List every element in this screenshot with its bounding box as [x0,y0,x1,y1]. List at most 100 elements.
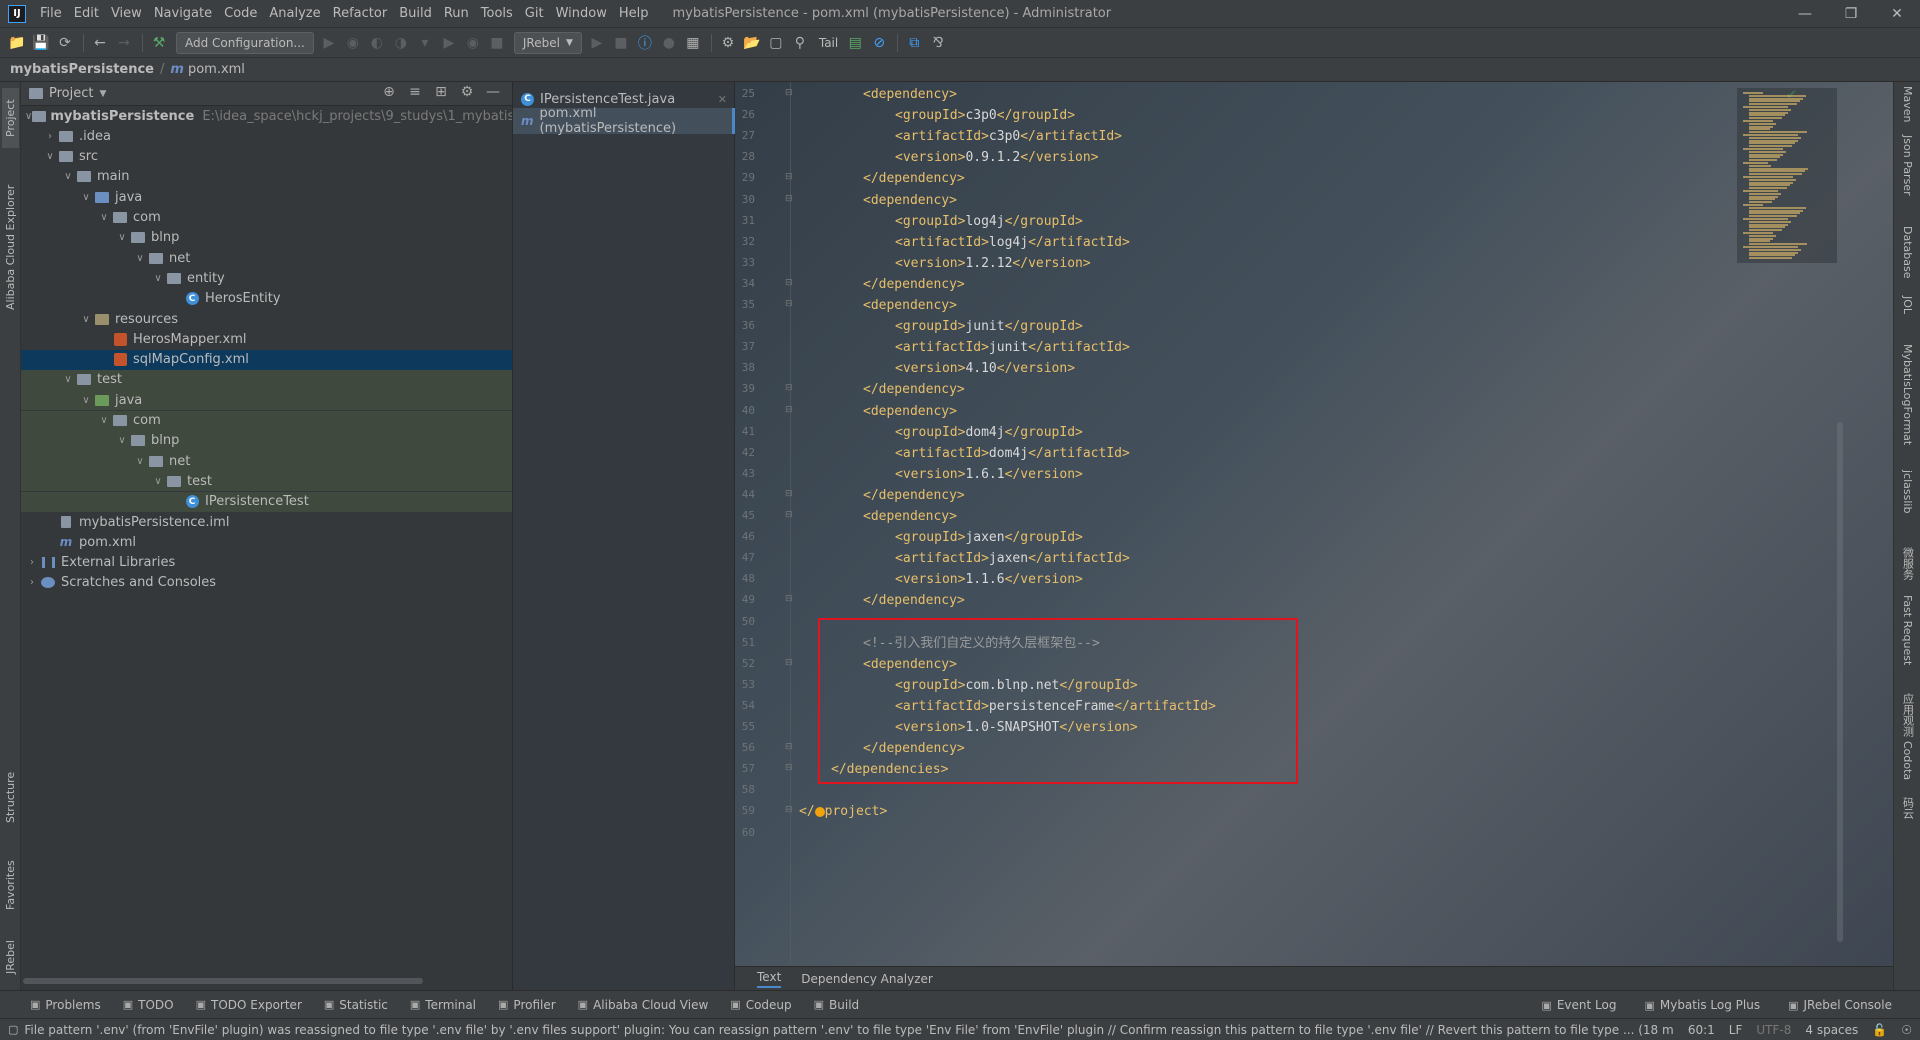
fold-marker-icon[interactable]: ⊟ [785,510,793,520]
open-folder-icon[interactable]: 📁 [6,32,28,54]
terminal-window-icon[interactable]: ▢ [765,32,787,54]
right-tab-8[interactable]: 应用观测 [1899,693,1916,737]
tab-favorites[interactable]: Favorites [2,850,19,920]
build-hammer-icon[interactable]: ⚒ [148,32,170,54]
tree-item[interactable]: ∨ java [21,390,512,411]
right-tab-10[interactable]: 码云 [1899,797,1916,819]
chevron-down-icon[interactable]: ∨ [97,212,111,223]
editor-tab[interactable]: m pom.xml (mybatisPersistence) [513,106,735,136]
fold-marker-icon[interactable]: ⊟ [785,805,793,815]
no-entry-icon[interactable]: ⊘ [868,32,890,54]
tree-item[interactable]: m pom.xml [21,532,512,552]
settings-wrench-icon[interactable]: ⚙ [717,32,739,54]
chevron-down-icon[interactable]: ∨ [79,192,93,203]
chevron-down-icon[interactable]: ∨ [61,171,75,182]
tree-item[interactable]: ∨ test [21,471,512,492]
tree-item[interactable]: ∨ test [21,369,512,390]
tree-item[interactable]: sqlMapConfig.xml [21,349,512,370]
tool-window-alibaba-cloud-view[interactable]: ▣ Alibaba Cloud View [578,998,709,1012]
status-message[interactable]: File pattern '.env' (from 'EnvFile' plug… [24,1023,1674,1037]
project-view-selector[interactable]: Project [49,86,93,101]
right-tab-2[interactable]: Database [1899,226,1916,279]
right-tab-6[interactable]: 微服务 [1899,547,1916,580]
tree-item[interactable]: mybatisPersistence.iml [21,512,512,532]
tool-window-mybatis-log-plus[interactable]: ▣ Mybatis Log Plus [1644,998,1760,1012]
chevron-down-icon[interactable]: ∨ [115,435,129,446]
tree-item[interactable]: › External Libraries [21,553,512,573]
jrebel-start-icon[interactable]: ▶ [586,32,608,54]
right-tab-0[interactable]: Maven [1899,86,1916,122]
tab-dependency-analyzer[interactable]: Dependency Analyzer [801,972,933,986]
menu-build[interactable]: Build [393,6,438,21]
update-running-icon[interactable]: ● [658,32,680,54]
tab-text[interactable]: Text [757,970,782,988]
tool-window-profiler[interactable]: ▣ Profiler [498,998,556,1012]
chevron-right-icon[interactable]: › [25,577,39,588]
stop-icon[interactable]: ■ [486,32,508,54]
jrebel-run-icon[interactable]: ▶ [438,32,460,54]
menu-code[interactable]: Code [218,6,263,21]
status-toggle-icon[interactable]: ▢ [8,1023,18,1036]
menu-tools[interactable]: Tools [475,6,519,21]
tree-item[interactable]: HerosMapper.xml [21,329,512,349]
run-icon[interactable]: ▶ [318,32,340,54]
tree-item[interactable]: ∨ src [21,147,512,167]
back-arrow-icon[interactable]: ← [89,32,111,54]
code-minimap[interactable] [1737,88,1837,263]
sync-icon[interactable]: ⟳ [54,32,76,54]
fold-marker-icon[interactable]: ⊟ [785,88,793,98]
close-window-icon[interactable]: ✕ [1874,0,1920,28]
tab-jrebel[interactable]: JRebel [2,932,19,982]
tool-window-problems[interactable]: ▣ Problems [30,998,101,1012]
horizontal-scrollbar[interactable] [23,978,423,984]
file-encoding[interactable]: UTF-8 [1756,1023,1791,1037]
tree-item[interactable]: C HerosEntity [21,289,512,309]
menu-view[interactable]: View [105,6,148,21]
fold-marker-icon[interactable]: ⊟ [785,383,793,393]
tree-item[interactable]: ∨ mybatisPersistence E:\idea_space\hckj_pr… [21,106,512,126]
fold-marker-icon[interactable]: ⊟ [785,405,793,415]
collapse-all-icon[interactable]: ⊞ [428,84,454,100]
jrebel-help-icon[interactable]: ⓘ [634,32,656,54]
right-tab-7[interactable]: Fast Request [1899,595,1916,665]
tree-item[interactable]: ∨ com [21,410,512,431]
hide-panel-icon[interactable]: — [480,84,506,100]
menu-file[interactable]: File [34,6,68,21]
lock-icon[interactable]: 🔓 [1872,1023,1887,1037]
tool-window-statistic[interactable]: ▣ Statistic [324,998,388,1012]
right-tab-4[interactable]: MybatisLogFormat [1899,344,1916,445]
tool-window-jrebel-console[interactable]: ▣ JRebel Console [1788,998,1892,1012]
chevron-down-icon[interactable]: ∨ [61,374,75,385]
breadcrumb-project[interactable]: mybatisPersistence [10,62,154,77]
tree-item[interactable]: ∨ entity [21,268,512,288]
jrebel-debug-icon[interactable]: ◉ [462,32,484,54]
gear-icon[interactable]: ⚙ [454,84,480,100]
fold-marker-icon[interactable]: ⊟ [785,194,793,204]
coverage-icon[interactable]: ◐ [366,32,388,54]
translate-icon[interactable]: ⅋ [927,32,949,54]
project-structure-icon[interactable]: ▦ [682,32,704,54]
code-editor[interactable]: 25 ⊟ 26 27 28 29 ⊟ 30 ⊟ 31 32 33 34 ⊟ 35 ⊟ 36 37 38 39 ⊟ 40 ⊟ 4… [735,82,1893,966]
chevron-down-icon[interactable]: ∨ [115,232,129,243]
right-tab-9[interactable]: Codota [1899,741,1916,780]
menu-refactor[interactable]: Refactor [327,6,394,21]
right-tab-1[interactable]: Json Parser [1899,135,1916,196]
chevron-down-icon[interactable]: ∨ [43,151,57,162]
codeup-icon[interactable]: ⧉ [903,32,925,54]
forward-arrow-icon[interactable]: → [113,32,135,54]
tree-item[interactable]: ∨ resources [21,309,512,329]
fold-marker-icon[interactable]: ⊟ [785,742,793,752]
restore-icon[interactable]: ❐ [1828,0,1874,28]
add-configuration-button[interactable]: Add Configuration... [176,31,314,54]
tree-item[interactable]: ∨ com [21,208,512,228]
chevron-down-icon[interactable]: ▼ [99,89,106,99]
line-separator[interactable]: LF [1729,1023,1743,1037]
fold-marker-icon[interactable]: ⊟ [785,763,793,773]
tab-alibaba-cloud-explorer[interactable]: Alibaba Cloud Explorer [2,172,19,322]
tool-window-todo[interactable]: ▣ TODO [123,998,174,1012]
jrebel-dropdown[interactable]: JRebel ▼ [513,31,582,54]
tree-item[interactable]: ∨ net [21,248,512,268]
tool-window-build[interactable]: ▣ Build [814,998,860,1012]
editor-scrollbar[interactable] [1837,422,1843,942]
right-tab-5[interactable]: jclasslib [1899,470,1916,513]
